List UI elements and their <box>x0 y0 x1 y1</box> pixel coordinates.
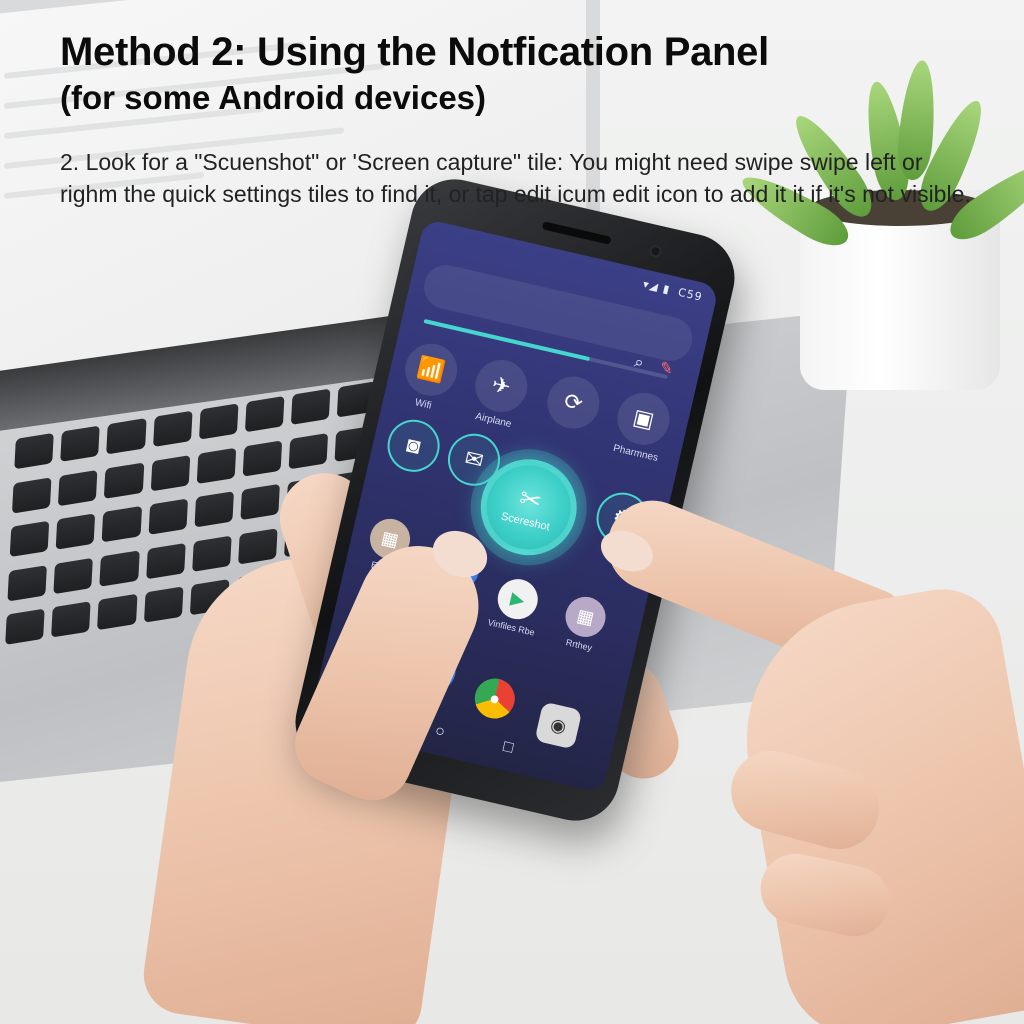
rotate-icon: ⟳ <box>561 387 586 417</box>
status-text: C59 <box>676 285 704 304</box>
instruction-heading: Method 2: Using the Notfication Panel (f… <box>60 30 980 210</box>
status-bar: ▾◢ ▮ C59 <box>642 277 704 303</box>
app-label-3: Vinfiles Rbe <box>486 617 536 638</box>
scissors-icon: ✂ <box>516 482 545 517</box>
tile-cast[interactable]: ▣ <box>612 387 675 451</box>
edit-icon[interactable]: ✎ <box>653 356 679 382</box>
page-title: Method 2: Using the Notfication Panel <box>60 30 769 74</box>
tile-screen-record[interactable]: ◙ <box>382 414 445 477</box>
front-camera <box>648 244 663 259</box>
recent-apps-button[interactable]: □ <box>496 737 520 759</box>
app-label-4: Rrthey <box>564 637 594 653</box>
play-store-icon[interactable]: ▶ <box>493 575 542 624</box>
phone-earpiece <box>541 221 612 245</box>
airplane-icon: ✈ <box>489 371 514 400</box>
tile-airplane[interactable]: ✈ <box>470 354 533 418</box>
camera-icon[interactable]: ◉ <box>534 701 583 750</box>
chrome-icon[interactable]: ● <box>470 674 519 723</box>
instruction-text: 2. Look for a "Scuenshot" or 'Screen cap… <box>60 149 971 207</box>
home-button[interactable]: ○ <box>428 721 452 743</box>
mail-icon: ✉ <box>462 445 486 474</box>
page-subtitle: (for some Android devices) <box>60 79 487 116</box>
cast-icon: ▣ <box>630 403 657 433</box>
tile-rotate[interactable]: ⟳ <box>542 371 605 434</box>
screen-record-icon: ◙ <box>404 431 423 459</box>
wifi-icon: 📶 <box>415 354 448 385</box>
apps-folder-icon[interactable]: ▦ <box>561 592 610 641</box>
tile-wifi[interactable]: 📶 <box>399 338 463 401</box>
signal-battery-icon: ▾◢ ▮ <box>641 277 672 297</box>
